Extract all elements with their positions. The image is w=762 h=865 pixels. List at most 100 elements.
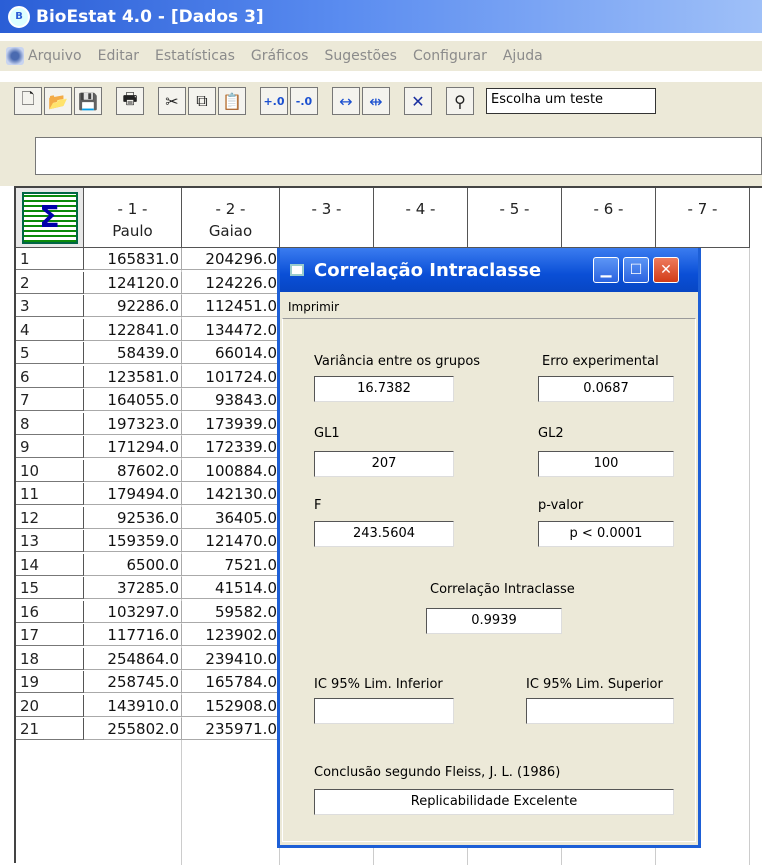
table-cell[interactable]: 100884.0: [182, 459, 280, 482]
row-header[interactable]: 1: [16, 248, 84, 270]
row-header[interactable]: 3: [16, 295, 84, 317]
var-field[interactable]: 16.7382: [314, 376, 454, 402]
row-header[interactable]: 11: [16, 483, 84, 505]
table-cell[interactable]: 239410.0: [182, 647, 280, 670]
row-header[interactable]: 7: [16, 389, 84, 411]
test-select-combo[interactable]: Escolha um teste: [486, 88, 656, 114]
row-header[interactable]: 9: [16, 436, 84, 458]
save-disk-icon[interactable]: 💾: [74, 87, 102, 115]
row-header[interactable]: 19: [16, 671, 84, 693]
table-cell[interactable]: 124120.0: [84, 271, 182, 294]
row-header[interactable]: 5: [16, 342, 84, 364]
table-cell[interactable]: 6500.0: [84, 553, 182, 576]
table-cell[interactable]: 37285.0: [84, 577, 182, 599]
column-header[interactable]: - 4 -: [374, 188, 468, 248]
table-cell[interactable]: 41514.0: [182, 577, 280, 599]
row-header[interactable]: 6: [16, 365, 84, 388]
table-cell[interactable]: 121470.0: [182, 530, 280, 552]
copy-icon[interactable]: ⧉: [188, 87, 216, 115]
table-cell[interactable]: 159359.0: [84, 530, 182, 552]
table-cell[interactable]: 59582.0: [182, 600, 280, 623]
menu-graficos[interactable]: Gráficos: [251, 48, 309, 64]
table-cell[interactable]: 36405.0: [182, 506, 280, 529]
table-cell[interactable]: 87602.0: [84, 459, 182, 482]
row-header[interactable]: 2: [16, 271, 84, 294]
paste-clipboard-icon[interactable]: 📋: [218, 87, 246, 115]
table-cell[interactable]: 172339.0: [182, 436, 280, 458]
p-field[interactable]: p < 0.0001: [538, 521, 674, 547]
menu-sugestoes[interactable]: Sugestões: [324, 48, 397, 64]
find-binoculars-icon[interactable]: ⚲: [446, 87, 474, 115]
column-header[interactable]: - 2 - Gaiao: [182, 188, 280, 248]
menu-configurar[interactable]: Configurar: [413, 48, 487, 64]
row-header[interactable]: 12: [16, 506, 84, 529]
decrease-decimals-button[interactable]: -.0: [290, 87, 318, 115]
err-field[interactable]: 0.0687: [538, 376, 674, 402]
row-header[interactable]: 10: [16, 459, 84, 482]
table-cell[interactable]: 255802.0: [84, 718, 182, 740]
table-cell[interactable]: 7521.0: [182, 553, 280, 576]
cell-edit-input[interactable]: [35, 137, 762, 175]
column-split-icon[interactable]: ⇹: [362, 87, 390, 115]
column-header[interactable]: - 6 -: [562, 188, 656, 248]
ci-high-field[interactable]: [526, 698, 674, 724]
table-cell[interactable]: 117716.0: [84, 624, 182, 646]
table-cell[interactable]: 123581.0: [84, 365, 182, 388]
menu-ajuda[interactable]: Ajuda: [503, 48, 543, 64]
table-cell[interactable]: 258745.0: [84, 671, 182, 693]
table-cell[interactable]: 124226.0: [182, 271, 280, 294]
table-cell[interactable]: 93843.0: [182, 389, 280, 411]
document-system-icon[interactable]: [6, 47, 24, 65]
table-cell[interactable]: 165784.0: [182, 671, 280, 693]
table-cell[interactable]: 173939.0: [182, 412, 280, 435]
row-header[interactable]: 8: [16, 412, 84, 435]
column-header[interactable]: - 3 -: [280, 188, 374, 248]
menu-arquivo[interactable]: Arquivo: [28, 48, 82, 64]
conclusion-field[interactable]: Replicabilidade Excelente: [314, 789, 674, 815]
dialog-menu-print[interactable]: Imprimir: [288, 300, 339, 314]
row-header[interactable]: 15: [16, 577, 84, 599]
table-cell[interactable]: 122841.0: [84, 318, 182, 341]
table-cell[interactable]: 112451.0: [182, 295, 280, 317]
row-header[interactable]: 13: [16, 530, 84, 552]
row-header[interactable]: 18: [16, 647, 84, 670]
table-cell[interactable]: 58439.0: [84, 342, 182, 364]
table-cell[interactable]: 101724.0: [182, 365, 280, 388]
table-cell[interactable]: 92536.0: [84, 506, 182, 529]
table-cell[interactable]: 143910.0: [84, 694, 182, 717]
row-header[interactable]: 14: [16, 553, 84, 576]
table-cell[interactable]: 92286.0: [84, 295, 182, 317]
column-header[interactable]: - 7 -: [656, 188, 750, 248]
table-cell[interactable]: 254864.0: [84, 647, 182, 670]
cut-scissors-icon[interactable]: ✂: [158, 87, 186, 115]
minimize-button[interactable]: ▁: [593, 257, 619, 283]
menu-editar[interactable]: Editar: [98, 48, 139, 64]
icc-field[interactable]: 0.9939: [426, 608, 562, 634]
table-cell[interactable]: 165831.0: [84, 248, 182, 270]
gl1-field[interactable]: 207: [314, 451, 454, 477]
table-cell[interactable]: 179494.0: [84, 483, 182, 505]
row-header[interactable]: 20: [16, 694, 84, 717]
column-width-icon[interactable]: ↔: [332, 87, 360, 115]
table-cell[interactable]: 235971.0: [182, 718, 280, 740]
row-header[interactable]: 21: [16, 718, 84, 740]
table-cell[interactable]: 164055.0: [84, 389, 182, 411]
row-header[interactable]: 17: [16, 624, 84, 646]
table-cell[interactable]: 197323.0: [84, 412, 182, 435]
table-cell[interactable]: 66014.0: [182, 342, 280, 364]
table-cell[interactable]: 152908.0: [182, 694, 280, 717]
table-cell[interactable]: 103297.0: [84, 600, 182, 623]
row-header[interactable]: 16: [16, 600, 84, 623]
table-cell[interactable]: 134472.0: [182, 318, 280, 341]
table-cell[interactable]: 142130.0: [182, 483, 280, 505]
menu-estatisticas[interactable]: Estatísticas: [155, 48, 235, 64]
f-field[interactable]: 243.5604: [314, 521, 454, 547]
new-file-icon[interactable]: 🗋: [14, 87, 42, 115]
close-button[interactable]: ✕: [653, 257, 679, 283]
table-cell[interactable]: 204296.0: [182, 248, 280, 270]
ci-low-field[interactable]: [314, 698, 454, 724]
table-cell[interactable]: 171294.0: [84, 436, 182, 458]
gl2-field[interactable]: 100: [538, 451, 674, 477]
select-all-corner[interactable]: Σ: [16, 188, 84, 248]
delete-x-icon[interactable]: ✕: [404, 87, 432, 115]
